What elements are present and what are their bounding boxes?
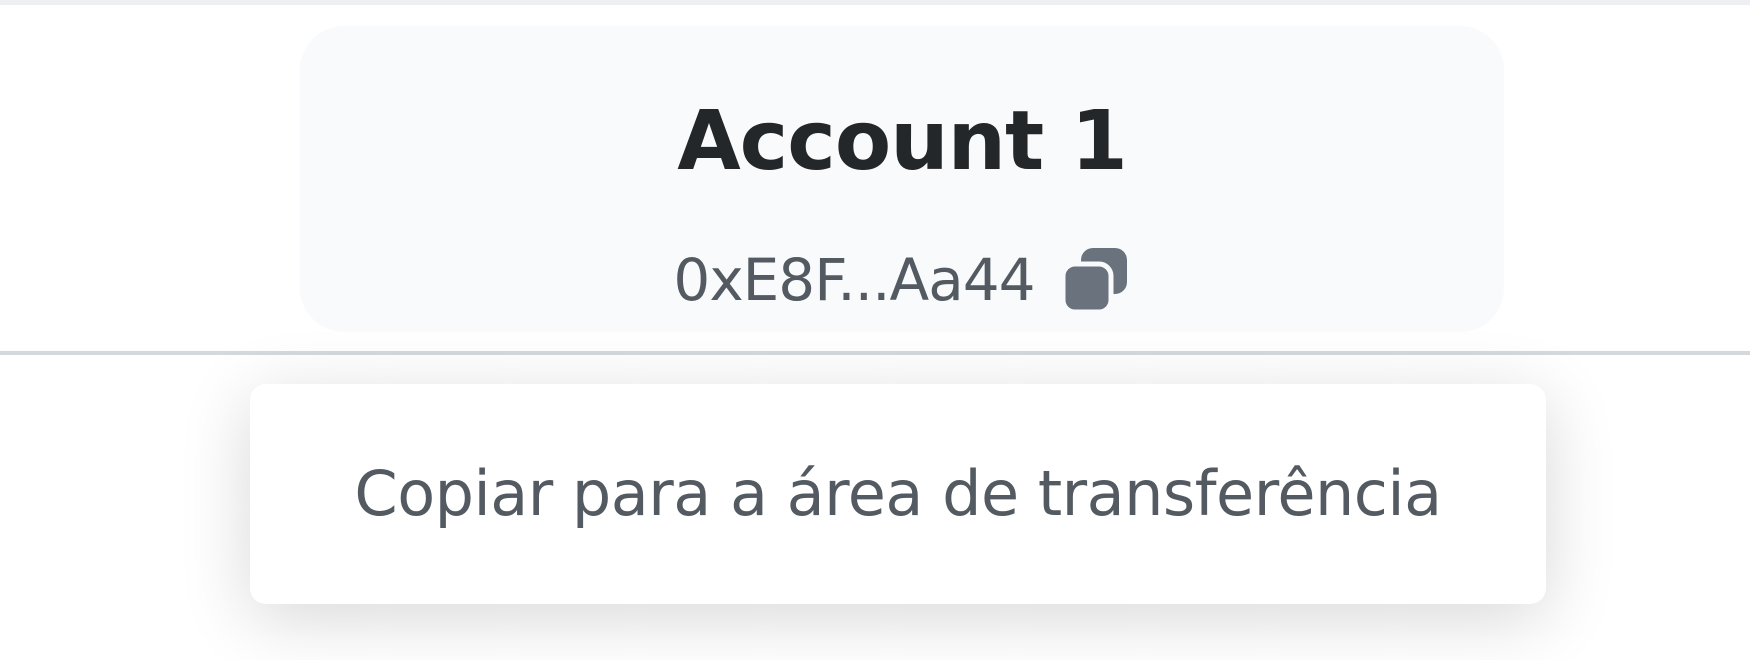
header-divider [0,351,1750,355]
address-row[interactable]: 0xE8F...Aa44 [300,244,1504,316]
account-header-card: Account 1 0xE8F...Aa44 [300,26,1504,332]
tooltip-arrow [838,356,914,384]
copy-tooltip: Copiar para a área de transferência [250,384,1546,604]
account-address[interactable]: 0xE8F...Aa44 [673,246,1035,314]
top-divider [0,0,1750,5]
copy-icon-graphic [1060,248,1127,315]
tooltip-text: Copiar para a área de transferência [354,457,1442,530]
account-name: Account 1 [677,94,1128,189]
copy-icon[interactable] [1059,244,1131,316]
